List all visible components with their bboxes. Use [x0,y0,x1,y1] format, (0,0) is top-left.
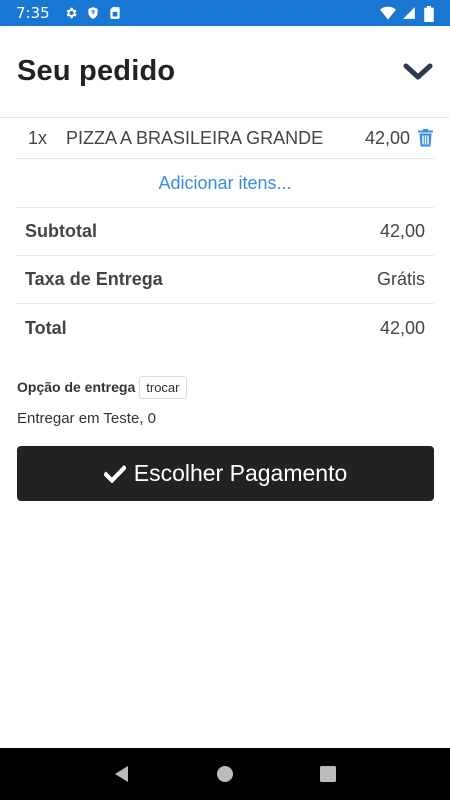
status-time: 7:35 [16,4,50,22]
subtotal-value: 42,00 [379,221,425,241]
item-name: PIZZA A BRASILEIRA GRANDE [66,127,324,148]
status-bar: 7:35 [0,0,450,26]
delivery-fee-value: Grátis [376,269,425,289]
remove-item-button[interactable] [416,128,434,148]
item-quantity: 1x [28,127,48,148]
status-right-icons [380,6,438,22]
order-list: 1x PIZZA A BRASILEIRA GRANDE 42,00 Adici… [16,118,434,352]
home-icon [216,766,233,782]
total-value: 42,00 [379,317,425,338]
recents-button[interactable] [316,762,340,786]
delivery-option-row: Opção de entrega trocar [17,374,435,400]
signal-icon [402,6,416,20]
back-button[interactable] [110,762,134,786]
page-header: Seu pedido [0,26,450,118]
delivery-option-label: Opção de entrega [17,379,136,395]
item-price: 42,00 [364,127,410,148]
sim-card-icon [108,6,122,20]
total-label: Total [25,317,67,338]
chevron-down-icon [403,63,433,79]
order-item: 1x PIZZA A BRASILEIRA GRANDE 42,00 [16,118,434,159]
wifi-icon [380,6,396,20]
back-icon [114,766,128,782]
trash-icon [417,129,433,147]
collapse-button[interactable] [402,56,434,88]
gear-icon [64,6,78,20]
add-items-link[interactable]: Adicionar itens... [158,173,291,194]
add-items-row: Adicionar itens... [16,159,434,208]
delivery-address: Entregar em Teste, 0 [17,410,156,427]
shield-icon [86,6,100,20]
recents-icon [320,766,337,782]
home-button[interactable] [213,762,237,786]
subtotal-label: Subtotal [25,221,97,241]
delivery-fee-row: Taxa de Entrega Grátis [16,256,434,304]
total-row: Total 42,00 [16,304,434,352]
choose-payment-label: Escolher Pagamento [133,460,348,486]
status-left-icons [64,6,122,20]
navigation-bar [0,748,450,800]
delivery-fee-label: Taxa de Entrega [25,269,163,289]
delivery-section: Opção de entrega trocar Entregar em Test… [17,374,435,427]
check-icon [103,464,126,483]
page-title: Seu pedido [17,55,176,87]
subtotal-row: Subtotal 42,00 [16,208,434,256]
battery-icon [424,6,438,22]
change-delivery-button[interactable]: trocar [139,375,187,399]
choose-payment-button[interactable]: Escolher Pagamento [17,446,434,501]
